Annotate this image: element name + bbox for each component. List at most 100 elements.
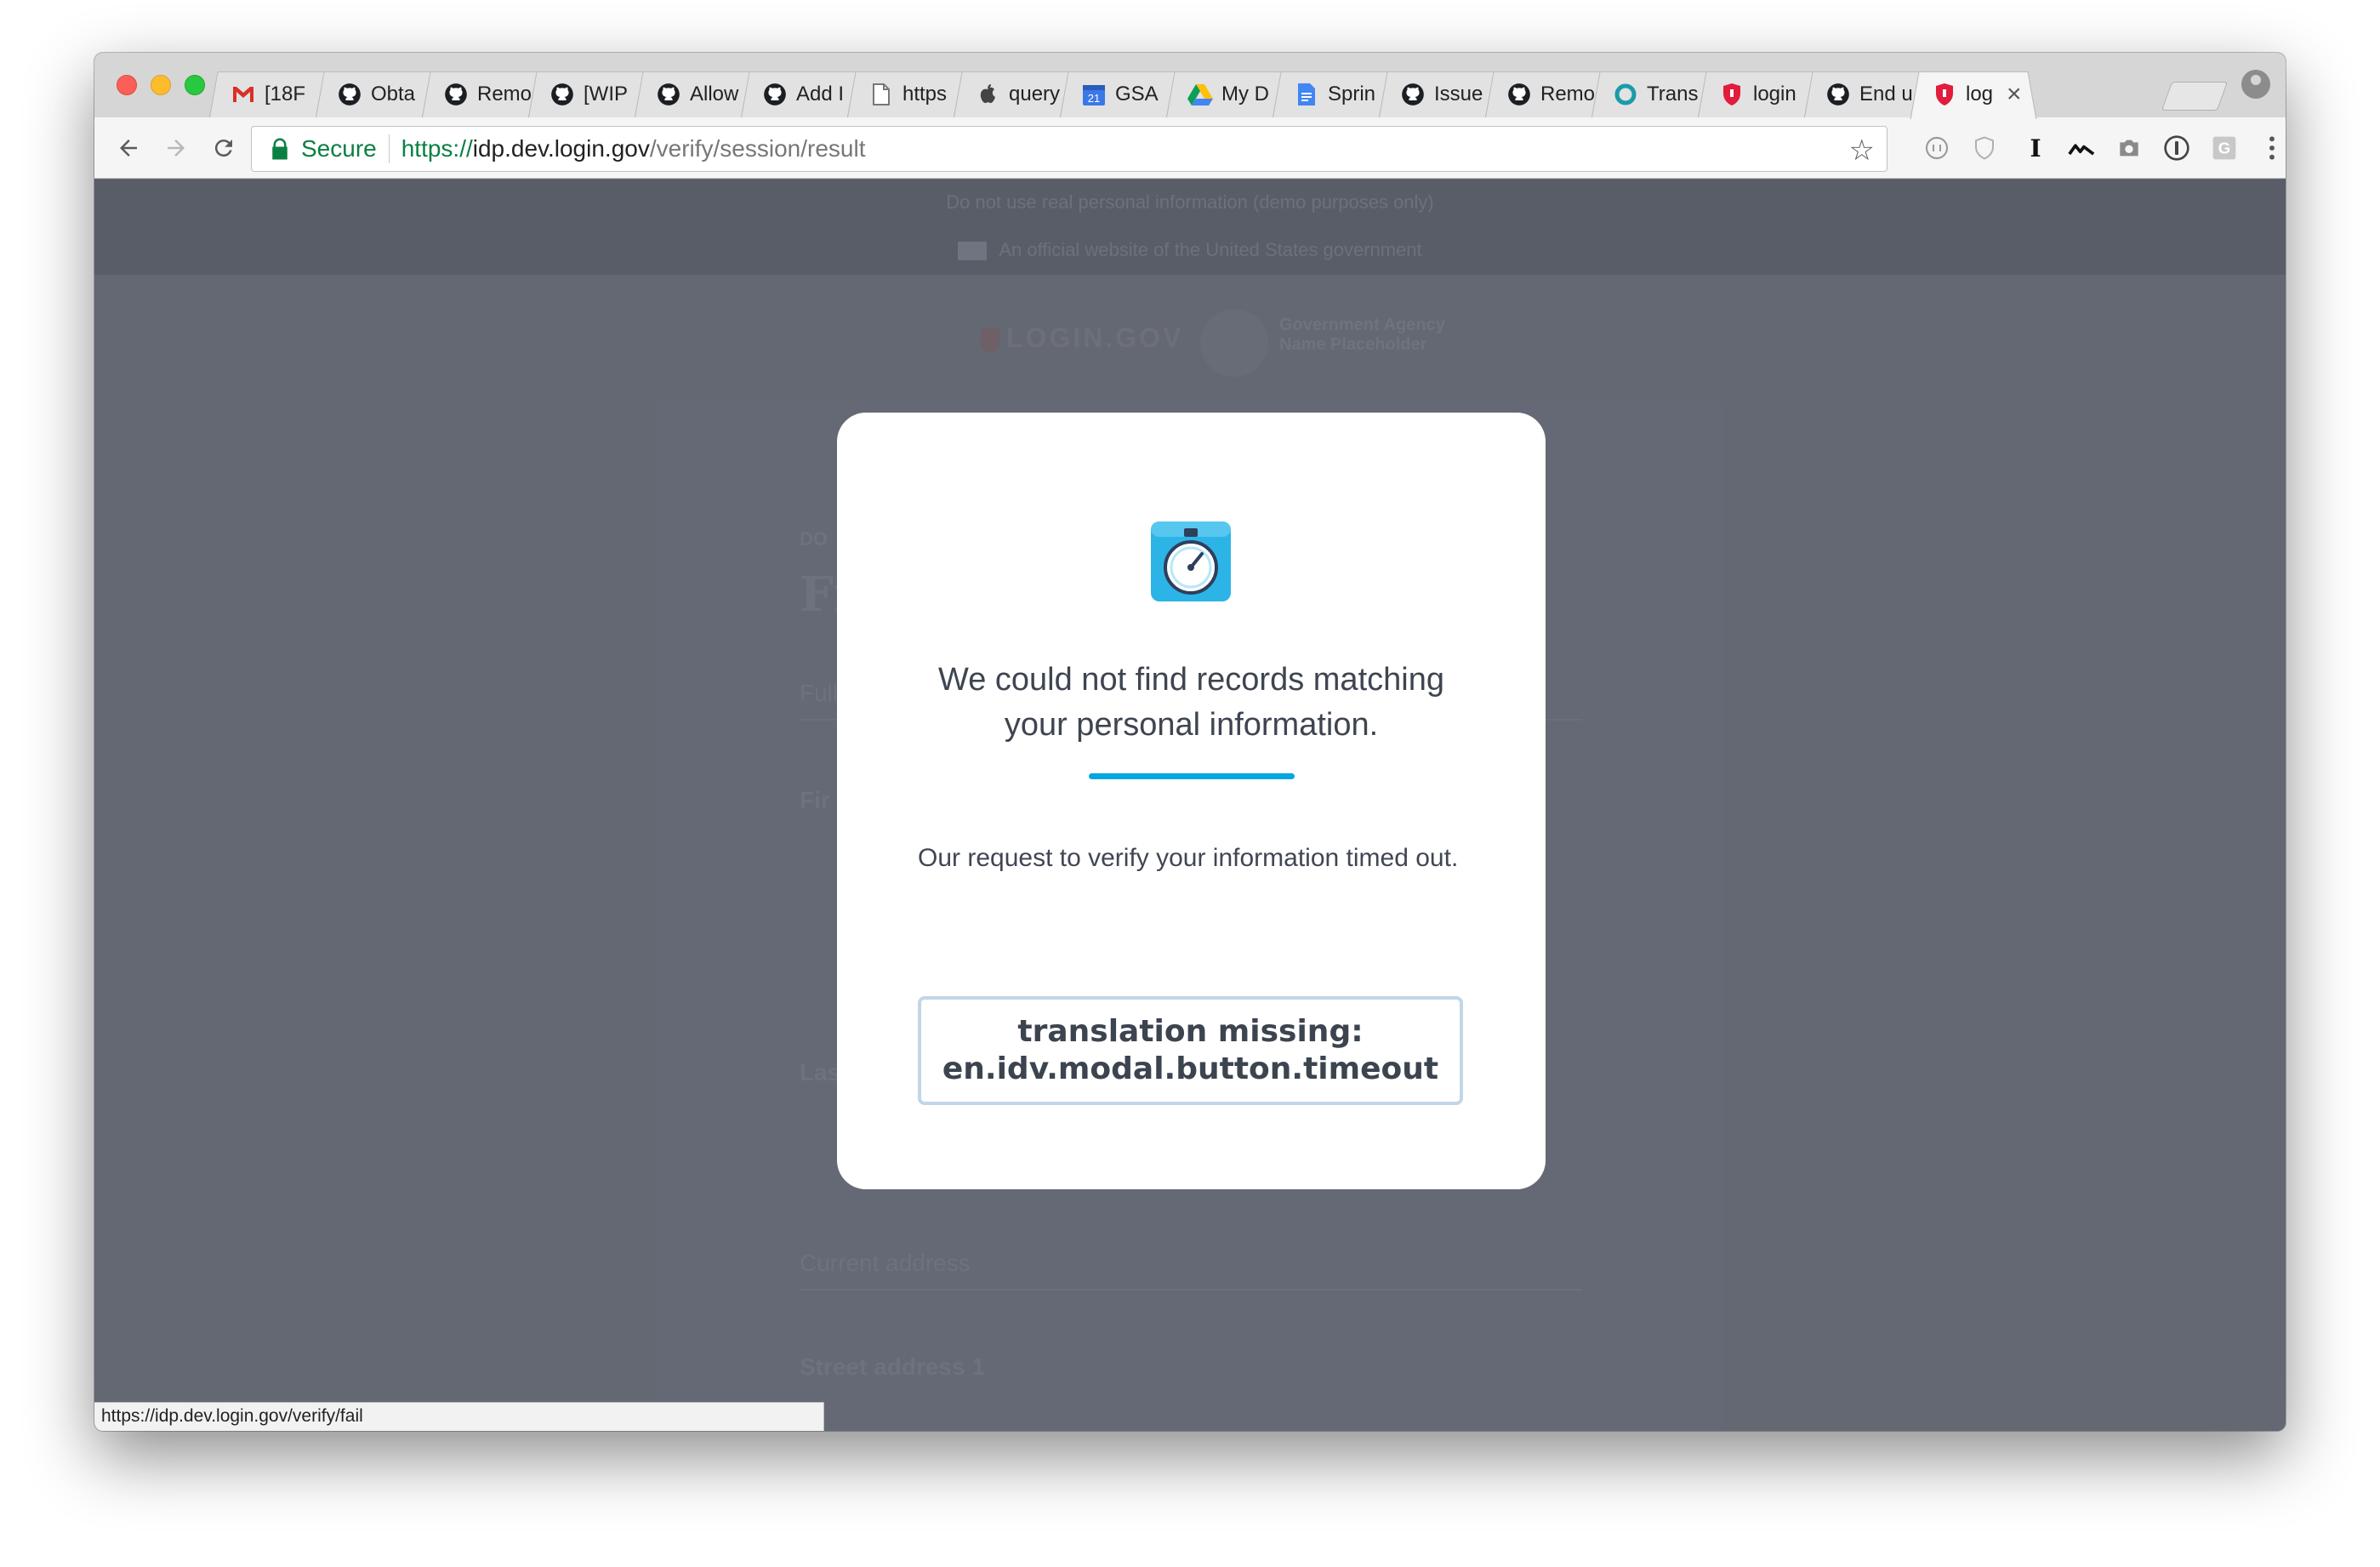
tab-title: Sprin [1328, 83, 1376, 105]
modal-accent-rule [1089, 773, 1295, 779]
tab-title: [18F [265, 83, 306, 105]
close-window-button[interactable] [117, 75, 137, 95]
apple-icon [975, 82, 1000, 107]
calendar-icon: 21 [1081, 82, 1107, 107]
browser-window: [18F Obta Remo [WIP Allow Add Ihttps query 21 GS… [94, 53, 2286, 1431]
tab-title: GSA [1115, 83, 1159, 105]
minimize-window-button[interactable] [151, 75, 171, 95]
tab-title: https [902, 83, 948, 105]
bookmark-star-icon[interactable]: ☆ [1849, 134, 1875, 168]
github-icon [337, 82, 362, 107]
modal-body-text: Our request to verify your information t… [918, 844, 1459, 872]
browser-tab-content[interactable]: Trans [1604, 71, 1706, 117]
login-shield-icon [981, 328, 999, 352]
reload-button[interactable] [205, 129, 242, 167]
profile-avatar-icon[interactable] [2241, 70, 2270, 99]
extension-circle-icon[interactable] [1920, 131, 1954, 165]
browser-tab-content[interactable]: Remo [1498, 71, 1600, 117]
official-banner: Do not use real personal information (de… [94, 179, 2286, 275]
tab-title: My D [1221, 83, 1269, 105]
agency-seal-icon [1200, 309, 1268, 377]
tab-title: Remo [477, 83, 532, 105]
omnibox-separator [388, 134, 390, 163]
tab-title: Obta [371, 83, 416, 105]
browser-tab-content[interactable]: query [966, 71, 1068, 117]
login-shield-icon [1719, 82, 1745, 107]
svg-text:21: 21 [1088, 92, 1100, 105]
browser-tab-content[interactable]: login [1711, 71, 1813, 117]
browser-tab-content[interactable]: https [860, 71, 962, 117]
svg-text:G: G [2218, 140, 2231, 157]
tab-title: Remo [1540, 83, 1596, 105]
stopwatch-icon [1151, 521, 1231, 601]
browser-tab-content[interactable]: Remo [435, 71, 537, 117]
back-button[interactable] [110, 129, 147, 167]
zoom-window-button[interactable] [185, 75, 205, 95]
extension-shield-icon[interactable] [1967, 131, 2001, 165]
lock-icon [272, 138, 288, 160]
tab-title: Allow [690, 83, 739, 105]
form-step-label: DO [800, 528, 828, 550]
ring-icon [1613, 82, 1638, 107]
github-icon [549, 82, 575, 107]
url-scheme: https:// [401, 135, 473, 162]
url-path: /verify/session/result [649, 135, 866, 162]
browser-tab-content[interactable]: Obta [328, 71, 430, 117]
browser-tab-content[interactable]: Allow [647, 71, 749, 117]
address-bar[interactable]: Secure https://idp.dev.login.gov/verify/… [251, 126, 1887, 172]
new-tab-button[interactable] [2161, 82, 2229, 111]
github-icon [656, 82, 681, 107]
official-site-text: An official website of the United States… [999, 239, 1422, 260]
current-address-label: Current address [800, 1250, 971, 1276]
browser-menu-icon[interactable] [2255, 131, 2286, 165]
extension-mountain-icon[interactable] [2064, 131, 2098, 165]
agency-name: Government Agency Name Placeholder [1279, 316, 1445, 354]
tab-title: query [1009, 83, 1061, 105]
gmail-icon [231, 82, 256, 107]
page-content: Do not use real personal information (de… [94, 179, 2286, 1431]
github-icon [1825, 82, 1851, 107]
github-icon [1506, 82, 1532, 107]
timeout-modal: We could not find records matching your … [837, 413, 1546, 1189]
last-name-label: Las [800, 1059, 841, 1086]
document-icon [868, 82, 894, 107]
tab-title: [WIP [584, 83, 628, 105]
login-gov-logo: LOGIN.GOV [981, 322, 1183, 354]
extension-instapaper-icon[interactable]: I [2018, 131, 2053, 165]
extension-camera-icon[interactable] [2112, 131, 2146, 165]
tab-strip: [18F Obta Remo [WIP Allow Add I https query 21 GS… [94, 53, 2286, 120]
tab-title: End u [1859, 83, 1913, 105]
browser-tab-content[interactable]: End u [1817, 71, 1919, 117]
extension-1password-icon[interactable] [2160, 131, 2194, 165]
extension-grammarly-icon[interactable]: G [2207, 131, 2241, 165]
github-icon [443, 82, 469, 107]
back-arrow-icon [120, 140, 137, 157]
first-name-label: Fir [800, 787, 830, 813]
modal-title: We could not find records matching your … [938, 662, 1444, 743]
docs-icon [1294, 82, 1319, 107]
timeout-action-button[interactable]: translation missing: en.idv.modal.button… [918, 996, 1463, 1105]
browser-tab-content[interactable]: [WIP [541, 71, 643, 117]
close-tab-icon[interactable]: × [2007, 80, 2022, 109]
browser-tab-content[interactable]: Add I [754, 71, 856, 117]
full-name-label: Full [800, 680, 839, 706]
forward-arrow-icon [168, 140, 185, 157]
secure-label: Secure [301, 135, 377, 162]
browser-tab-content[interactable]: My D [1179, 71, 1281, 117]
logo-text: LOGIN.GOV [1006, 322, 1184, 353]
browser-tab-content[interactable]: log × [1923, 71, 2025, 117]
us-flag-icon [958, 242, 988, 261]
browser-tab-content[interactable]: Sprin [1285, 71, 1387, 117]
browser-tab-content[interactable]: Issue [1392, 71, 1494, 117]
browser-tab-content[interactable]: [18F [222, 71, 324, 117]
tab-title: login [1753, 83, 1796, 105]
forward-button[interactable] [157, 129, 195, 167]
browser-tab-content[interactable]: 21 GSA [1073, 71, 1175, 117]
browser-toolbar: Secure https://idp.dev.login.gov/verify/… [94, 117, 2286, 179]
github-icon [762, 82, 788, 107]
street-address-label: Street address 1 [800, 1353, 985, 1380]
login-shield-icon [1932, 82, 1957, 107]
tab-title: Add I [796, 83, 845, 105]
github-icon [1400, 82, 1426, 107]
current-address-underline [800, 1289, 1582, 1291]
